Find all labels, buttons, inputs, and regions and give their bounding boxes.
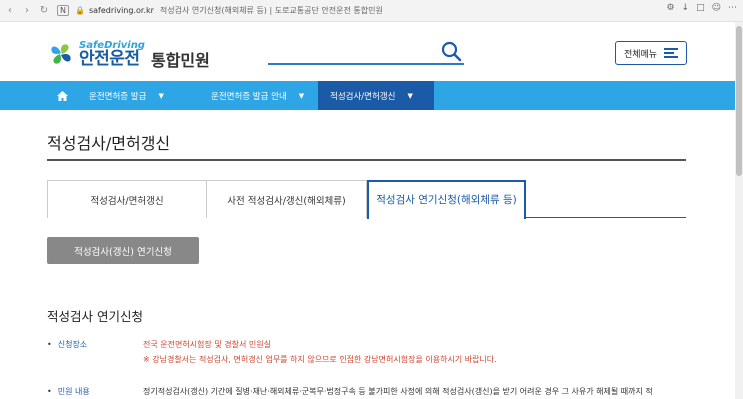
title-divider <box>47 159 686 161</box>
lock-icon: 🔒 <box>74 6 85 15</box>
forward-icon[interactable]: › <box>20 5 34 16</box>
caret-down-icon: ▼ <box>298 91 305 100</box>
more-icon[interactable]: ⋯ <box>728 3 737 13</box>
tab-label: 적성검사/면허갱신 <box>90 195 164 207</box>
nav-item-label: 운전면허증 발급 안내 <box>211 91 287 102</box>
section-title: 적성검사 연기신청 <box>47 309 143 324</box>
back-icon[interactable]: ‹ <box>3 5 17 16</box>
search-box <box>268 40 464 65</box>
address-bar[interactable]: N 🔒 safedriving.or.kr 적성검사 연기신청(해외체류 등) … <box>57 3 697 19</box>
scroll-thumb[interactable] <box>736 26 742 176</box>
download-icon[interactable]: ↓ <box>682 3 690 13</box>
info-value: 전국 운전면허시험장 및 경찰서 민원실 <box>143 340 271 349</box>
reload-icon[interactable]: ↻ <box>37 5 51 16</box>
browser-toolbar: ‹ › ↻ N 🔒 safedriving.or.kr 적성검사 연기신청(해외… <box>0 0 743 22</box>
info-label: 신청장소 <box>47 339 137 350</box>
profile-icon[interactable]: ☺ <box>712 3 721 13</box>
logo-korean: 안전운전 <box>79 48 140 69</box>
caret-down-icon: ▼ <box>407 91 413 100</box>
tab-postpone-request[interactable]: 적성검사 연기신청(해외체류 등) <box>367 180 526 219</box>
home-button[interactable] <box>47 81 77 110</box>
site-info-icon[interactable]: N <box>57 5 69 16</box>
logo-subtitle: 통합민원 <box>150 51 210 70</box>
nav-item-label: 적성검사/면허갱신 <box>330 91 396 102</box>
hamburger-icon <box>664 48 679 58</box>
content-tabs: 적성검사/면허갱신 사전 적성검사/갱신(해외체류) 적성검사 연기신청(해외체… <box>47 180 686 219</box>
search-input[interactable] <box>268 41 438 63</box>
all-menu-label: 전체메뉴 <box>623 49 658 60</box>
home-icon <box>56 90 68 101</box>
info-note: ※ 강남경찰서는 적성검사, 면허갱신 업무를 하지 않으므로 인접한 강남면허… <box>143 355 497 364</box>
tab-aptitude-renewal[interactable]: 적성검사/면허갱신 <box>47 180 207 218</box>
all-menu-button[interactable]: 전체메뉴 <box>615 41 687 65</box>
search-icon[interactable] <box>440 40 462 62</box>
clover-logo-icon <box>47 40 75 68</box>
page-scrollbar[interactable] <box>735 22 743 399</box>
site-logo[interactable]: SafeDriving 안전운전 통합민원 <box>47 37 210 71</box>
url-host: safedriving.or.kr <box>88 6 154 15</box>
tab-title: 적성검사 연기신청(해외체류 등) | 도로교통공단 안전운전 통합민원 <box>159 6 383 15</box>
page-title: 적성검사/면허갱신 <box>47 134 171 153</box>
postpone-apply-button[interactable]: 적성검사(갱신) 연기신청 <box>47 237 199 264</box>
info-label: 민원 내용 <box>47 386 137 397</box>
tab-label: 적성검사 연기신청(해외체류 등) <box>376 193 517 206</box>
tab-label: 사전 적성검사/갱신(해외체류) <box>227 195 346 207</box>
tab-pre-test-overseas[interactable]: 사전 적성검사/갱신(해외체류) <box>207 180 367 218</box>
translate-icon[interactable]: ⚙ <box>666 3 674 13</box>
info-value: 정기적성검사(갱신) 기간에 질병·재난·해외체류·군복무·법정구속 등 불가피… <box>143 387 653 396</box>
extensions-icon[interactable]: □ <box>696 3 705 13</box>
nav-item-license-issue[interactable]: 운전면허증 발급 ▼ <box>77 81 199 110</box>
main-nav: 운전면허증 발급 ▼ 운전면허증 발급 안내 ▼ 적성검사/면허갱신 ▼ <box>0 81 735 110</box>
nav-item-label: 운전면허증 발급 <box>89 91 147 102</box>
nav-item-aptitude-test[interactable]: 적성검사/면허갱신 ▼ <box>318 81 434 110</box>
nav-item-license-guide[interactable]: 운전면허증 발급 안내 ▼ <box>199 81 318 110</box>
caret-down-icon: ▼ <box>158 91 164 100</box>
apply-button-label: 적성검사(갱신) 연기신청 <box>74 246 172 258</box>
